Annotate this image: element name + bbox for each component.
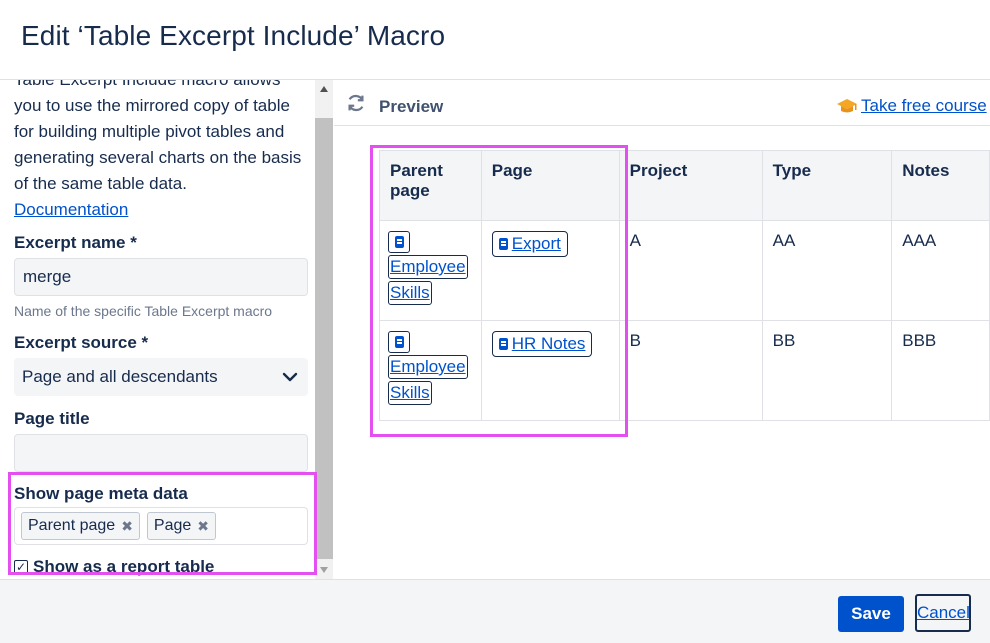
page-title-input[interactable]	[14, 434, 308, 472]
dialog-title: Edit ‘Table Excerpt Include’ Macro	[21, 20, 446, 51]
dialog-header: Edit ‘Table Excerpt Include’ Macro	[0, 0, 990, 80]
column-header: Project	[618, 150, 763, 221]
type-cell: BB	[761, 320, 893, 421]
type-cell: AA	[761, 220, 893, 321]
take-course-text[interactable]: Take free course	[861, 96, 987, 116]
project-cell: B	[618, 320, 763, 421]
notes-cell: AAA	[891, 220, 990, 321]
column-header: Notes	[891, 150, 990, 221]
excerpt-source-label: Excerpt source *	[14, 333, 149, 352]
notes-cell: BBB	[891, 320, 990, 421]
refresh-icon[interactable]	[345, 92, 367, 114]
highlight-box-columns	[370, 145, 628, 437]
cancel-button[interactable]: Cancel	[915, 594, 971, 632]
scroll-up-arrow-icon[interactable]	[320, 86, 328, 92]
take-course-link[interactable]: Take free course	[836, 96, 987, 116]
documentation-link[interactable]: Documentation	[14, 197, 310, 223]
preview-bar: Preview Take free course	[334, 80, 990, 126]
save-button[interactable]: Save	[838, 596, 904, 632]
highlight-box-meta	[8, 472, 317, 575]
settings-scrollbar[interactable]	[315, 80, 333, 579]
chevron-down-icon	[282, 372, 298, 382]
excerpt-name-help: Name of the specific Table Excerpt macro	[14, 303, 273, 319]
scroll-down-arrow-icon[interactable]	[320, 567, 328, 573]
graduation-cap-icon	[837, 99, 857, 113]
excerpt-name-input[interactable]: merge	[14, 258, 308, 296]
scrollbar-thumb[interactable]	[315, 118, 333, 559]
excerpt-source-value: Page and all descendants	[22, 367, 218, 386]
column-header: Type	[761, 150, 893, 221]
page-title-label: Page title	[14, 409, 90, 428]
excerpt-source-select[interactable]: Page and all descendants	[14, 358, 308, 396]
excerpt-name-label: Excerpt name *	[14, 233, 137, 252]
project-cell: A	[618, 220, 763, 321]
dialog-footer: Save Cancel	[0, 579, 990, 643]
preview-label: Preview	[379, 97, 444, 116]
macro-description: Table Excerpt Include macro allows you t…	[14, 80, 302, 193]
